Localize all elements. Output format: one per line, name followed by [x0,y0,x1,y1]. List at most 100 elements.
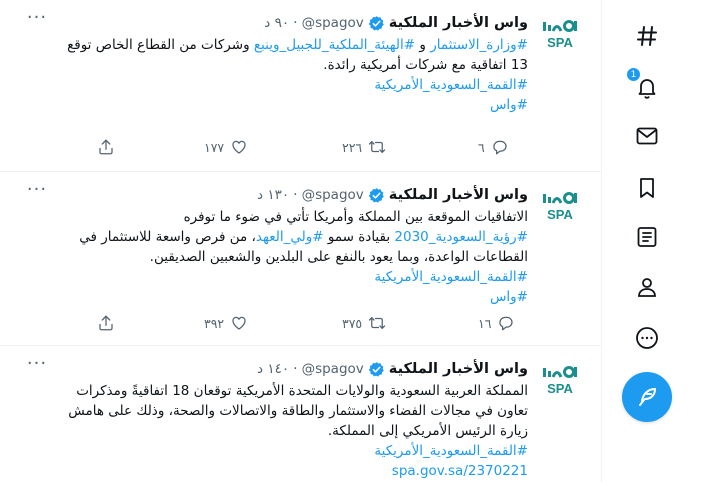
share-button[interactable] [97,136,115,158]
tweet-link[interactable]: #واس [490,97,528,113]
tweet-text-segment: تعاون في مجالات الفضاء والاستثمار والطاق… [68,403,528,419]
more-options-icon[interactable]: ··· [22,9,52,34]
nav-explore[interactable] [632,21,662,51]
spa-logo: SPA [543,20,577,50]
nav-bookmarks[interactable] [632,173,662,203]
retweet-icon [369,141,386,153]
tweet-text-line: #واس [28,287,528,307]
tweet[interactable]: SPA واس الأخبار الملكية @spagov · ١٣٠ د … [0,172,601,346]
tweet-actions: ١٧٧ ٢٢٦ ٦ [0,136,601,158]
tweet-link[interactable]: #رؤية_السعودية_2030 [394,229,528,245]
nav-notifications[interactable]: 1 [626,67,662,102]
mail-icon [636,127,658,145]
like-button[interactable]: ٣٩٢ [204,312,248,334]
list-icon [637,227,657,247]
reply-count: ٦ [478,139,485,155]
separator-dot: · [293,361,298,377]
user-handle[interactable]: @spagov [302,15,364,31]
tweet-text-line: #واس [28,95,528,115]
like-icon [232,316,246,330]
separator-dot: · [293,15,298,31]
tweet[interactable]: SPA واس الأخبار الملكية @spagov · ١٤٠ د … [0,346,601,482]
tweet-link[interactable]: #وزارة_الاستثمار [430,37,528,53]
reply-button[interactable]: ٦ [478,136,509,158]
reply-button[interactable]: ١٦ [478,312,515,334]
notification-badge: 1 [626,67,641,82]
tweet-header: واس الأخبار الملكية @spagov · ٩٠ د [28,12,528,34]
tweet-text-line: زيارة الرئيس الأمريكي إلى المملكة. [28,421,528,441]
timestamp[interactable]: ١٣٠ د [257,187,289,203]
nav-more[interactable] [632,323,662,353]
retweet-button[interactable]: ٢٢٦ [342,136,386,158]
like-count: ٣٩٢ [204,315,225,331]
feather-icon [639,388,656,406]
tweet-text-segment: بقيادة سمو [323,229,395,245]
hashtag-icon [637,26,657,46]
tweet-text-segment: وشركات من القطاع الخاص توقع [67,37,254,53]
reply-count: ١٦ [478,315,492,331]
tweet-header: واس الأخبار الملكية @spagov · ١٤٠ د [28,358,528,380]
retweet-icon [369,317,386,329]
tweet-text-line: #القمة_السعودية_الأمريكية [28,441,528,461]
tweet-actions: ٣٩٢ ٣٧٥ ١٦ [0,312,601,334]
timestamp[interactable]: ٩٠ د [264,15,289,31]
tweet-text-line: المملكة العربية السعودية والولايات المتح… [28,381,528,401]
logo-text: SPA [547,381,573,396]
tweet-text-line: #وزارة_الاستثمار و #الهيئة_الملكية_للجبي… [28,35,528,55]
compose-tweet-button[interactable] [622,372,672,422]
tweet-header: واس الأخبار الملكية @spagov · ١٣٠ د [28,184,528,206]
timestamp[interactable]: ١٤٠ د [257,361,289,377]
avatar[interactable]: SPA [540,360,580,400]
more-options-icon[interactable]: ··· [22,355,52,380]
nav-lists[interactable] [632,222,662,252]
tweet-text: #وزارة_الاستثمار و #الهيئة_الملكية_للجبي… [28,35,528,115]
tweet-text-line: الاتفاقيات الموقعة بين المملكة وأمريكا ت… [28,207,528,227]
retweet-count: ٣٧٥ [342,315,363,331]
tweet-body: واس الأخبار الملكية @spagov · ١٤٠ د ··· … [27,355,528,481]
verified-badge-icon [368,361,384,377]
avatar[interactable]: SPA [540,186,580,226]
tweet-link[interactable]: #واس [490,289,528,305]
nav-profile[interactable] [632,272,662,302]
tweet-text-segment: ، من فرص واسعة للاستثمار في [79,229,256,245]
tweet-text-line: تعاون في مجالات الفضاء والاستثمار والطاق… [28,401,528,421]
tweet-link[interactable]: #القمة_السعودية_الأمريكية [374,77,528,93]
tweet-text-segment: القطاعات الواعدة، وبما يعود بالنفع على ا… [149,249,528,265]
verified-badge-icon [368,15,384,31]
share-button[interactable] [97,312,115,334]
retweet-button[interactable]: ٣٧٥ [342,312,386,334]
sidebar-nav: 1 [610,0,728,482]
display-name[interactable]: واس الأخبار الملكية [389,361,528,377]
tweet[interactable]: SPA واس الأخبار الملكية @spagov · ٩٠ د ·… [0,0,601,172]
tweet-text-line: القطاعات الواعدة، وبما يعود بالنفع على ا… [28,247,528,267]
share-icon [99,139,113,155]
separator-dot: · [293,187,298,203]
share-icon [99,315,113,331]
like-count: ١٧٧ [204,139,225,155]
verified-badge-icon [368,187,384,203]
tweet-text-line: 13 اتفاقية مع شركات أمريكية رائدة. [28,55,528,75]
logo-text: SPA [547,35,573,50]
avatar[interactable]: SPA [540,14,580,54]
display-name[interactable]: واس الأخبار الملكية [389,187,528,203]
tweet-text-segment: 13 اتفاقية مع شركات أمريكية رائدة. [323,57,528,73]
tweet-link[interactable]: #القمة_السعودية_الأمريكية [374,269,528,285]
tweet-text-line: spa.gov.sa/2370221 [28,461,528,481]
reply-icon [499,316,513,331]
more-options-icon[interactable]: ··· [22,181,52,206]
tweet-text-segment: و [415,37,431,53]
nav-messages[interactable] [632,121,662,151]
tweet-text-line: #القمة_السعودية_الأمريكية [28,75,528,95]
like-button[interactable]: ١٧٧ [204,136,248,158]
tweet-link[interactable]: #الهيئة_الملكية_للجبيل_وينبع [254,37,415,53]
user-handle[interactable]: @spagov [302,361,364,377]
tweet-link[interactable]: #القمة_السعودية_الأمريكية [374,443,528,459]
user-handle[interactable]: @spagov [302,187,364,203]
person-icon [638,278,656,297]
timeline: SPA واس الأخبار الملكية @spagov · ٩٠ د ·… [0,0,602,482]
display-name[interactable]: واس الأخبار الملكية [389,15,528,31]
tweet-link[interactable]: spa.gov.sa/2370221 [392,463,528,479]
tweet-text-line: #رؤية_السعودية_2030 بقيادة سمو #ولي_العه… [28,227,528,247]
tweet-link[interactable]: #ولي_العهد [256,229,324,245]
tweet-text: المملكة العربية السعودية والولايات المتح… [28,381,528,481]
